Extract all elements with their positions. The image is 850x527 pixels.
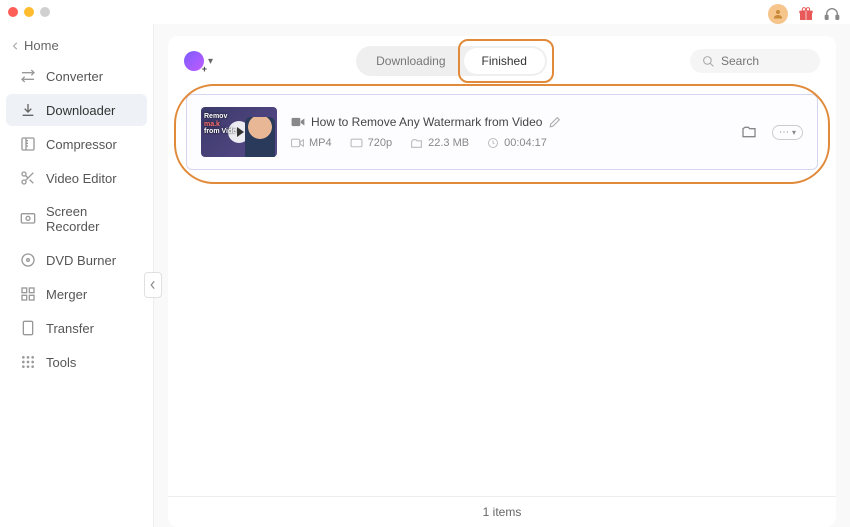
sidebar-item-screen-recorder[interactable]: Screen Recorder	[6, 196, 147, 242]
breadcrumb-home[interactable]: Home	[0, 32, 153, 59]
sidebar-item-label: Transfer	[46, 321, 94, 336]
item-title: How to Remove Any Watermark from Video	[311, 115, 542, 129]
downloader-icon	[20, 102, 36, 118]
item-meta-row: MP4 720p 22.3 MB	[291, 137, 724, 149]
items-count: 1 items	[483, 505, 522, 519]
search-icon	[702, 55, 715, 68]
transfer-icon	[20, 320, 36, 336]
panel-header: ▾ Downloading Finished	[168, 36, 836, 84]
video-icon	[291, 116, 305, 128]
sidebar-item-label: Video Editor	[46, 171, 117, 186]
link-icon	[184, 51, 204, 71]
chevron-left-icon	[150, 280, 156, 290]
sidebar-item-tools[interactable]: Tools	[6, 346, 147, 378]
sidebar-item-label: Downloader	[46, 103, 115, 118]
tab-switch: Downloading Finished	[356, 46, 547, 76]
folder-icon	[741, 125, 757, 139]
sidebar-item-converter[interactable]: Converter	[6, 60, 147, 92]
sidebar-item-label: DVD Burner	[46, 253, 116, 268]
sidebar-item-dvd-burner[interactable]: DVD Burner	[6, 244, 147, 276]
sidebar-item-merger[interactable]: Merger	[6, 278, 147, 310]
search-box[interactable]	[690, 49, 820, 73]
minimize-window-button[interactable]	[24, 7, 34, 17]
sidebar-item-transfer[interactable]: Transfer	[6, 312, 147, 344]
home-label: Home	[24, 38, 59, 53]
meta-duration: 00:04:17	[487, 137, 547, 149]
user-avatar[interactable]	[768, 4, 788, 24]
tab-downloading[interactable]: Downloading	[358, 48, 463, 74]
sidebar-item-video-editor[interactable]: Video Editor	[6, 162, 147, 194]
item-actions: ⋯ ▾	[738, 123, 803, 141]
sidebar: Home Converter Downloader Compressor Vid…	[0, 24, 154, 527]
merger-icon	[20, 286, 36, 302]
meta-size: 22.3 MB	[410, 137, 469, 149]
item-info: How to Remove Any Watermark from Video M…	[291, 115, 724, 149]
add-link-button[interactable]: ▾	[184, 51, 213, 71]
edit-icon[interactable]	[548, 116, 561, 129]
window-titlebar	[0, 0, 850, 24]
main-area: ▾ Downloading Finished Removm	[154, 24, 850, 527]
scissors-icon	[20, 170, 36, 186]
ellipsis-icon: ⋯	[779, 127, 789, 138]
sidebar-collapse-button[interactable]	[144, 272, 162, 298]
download-item[interactable]: Removma.kfrom Vide How to Remove Any Wat…	[186, 94, 818, 170]
tab-finished[interactable]: Finished	[464, 48, 545, 74]
recorder-icon	[20, 211, 36, 227]
chevron-down-icon: ▾	[208, 56, 213, 67]
more-actions-button[interactable]: ⋯ ▾	[772, 125, 803, 140]
gift-icon[interactable]	[798, 6, 814, 22]
person-icon	[772, 8, 784, 20]
downloader-panel: ▾ Downloading Finished Removm	[168, 36, 836, 527]
sidebar-item-compressor[interactable]: Compressor	[6, 128, 147, 160]
sidebar-item-label: Tools	[46, 355, 76, 370]
support-icon[interactable]	[824, 6, 840, 22]
open-folder-button[interactable]	[738, 123, 760, 141]
disc-icon	[20, 252, 36, 268]
search-input[interactable]	[721, 54, 808, 68]
sidebar-item-label: Screen Recorder	[46, 204, 133, 234]
topbar-actions	[768, 4, 840, 24]
sidebar-item-label: Compressor	[46, 137, 117, 152]
grid-icon	[20, 354, 36, 370]
close-window-button[interactable]	[8, 7, 18, 17]
sidebar-item-label: Merger	[46, 287, 87, 302]
compressor-icon	[20, 136, 36, 152]
meta-format: MP4	[291, 137, 332, 149]
thumbnail-overlay-text: Removma.kfrom Vide	[204, 113, 236, 136]
items-list: Removma.kfrom Vide How to Remove Any Wat…	[168, 84, 836, 180]
sidebar-item-downloader[interactable]: Downloader	[6, 94, 147, 126]
chevron-down-icon: ▾	[792, 128, 796, 137]
panel-footer: 1 items	[168, 496, 836, 527]
item-title-row: How to Remove Any Watermark from Video	[291, 115, 724, 129]
chevron-left-icon	[12, 42, 20, 50]
converter-icon	[20, 68, 36, 84]
video-thumbnail: Removma.kfrom Vide	[201, 107, 277, 157]
meta-resolution: 720p	[350, 137, 392, 149]
maximize-window-button[interactable]	[40, 7, 50, 17]
sidebar-item-label: Converter	[46, 69, 103, 84]
